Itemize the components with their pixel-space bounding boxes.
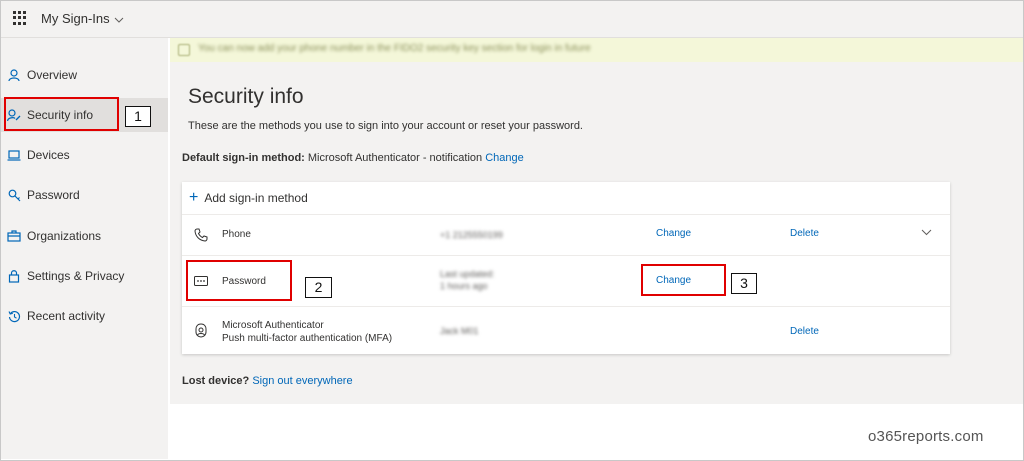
notification-banner: You can now add your phone number in the… [170, 38, 1023, 62]
sidebar-item-password[interactable]: Password [1, 178, 168, 212]
info-icon [178, 44, 190, 56]
page-description: These are the methods you use to sign in… [188, 120, 583, 132]
lock-icon [7, 269, 21, 283]
sign-out-everywhere-link[interactable]: Sign out everywhere [252, 375, 352, 387]
chevron-down-icon[interactable] [921, 228, 932, 239]
sidebar-item-label: Overview [27, 68, 78, 82]
sidebar-item-label: Password [27, 188, 80, 202]
method-row-password: Password Last updated: 1 hours ago Chang… [182, 256, 950, 307]
briefcase-icon [7, 229, 21, 243]
method-subtitle: Push multi-factor authentication (MFA) [222, 333, 393, 344]
phone-change-link[interactable]: Change [656, 228, 691, 239]
sidebar-item-label: Organizations [27, 229, 102, 243]
method-detail: Jack M01 [440, 326, 479, 336]
sidebar-item-label: Recent activity [27, 309, 106, 323]
page-title: Security info [188, 85, 304, 108]
phone-delete-link[interactable]: Delete [790, 228, 819, 239]
sidebar-item-recent-activity[interactable]: Recent activity [1, 299, 168, 333]
top-bar: My Sign-Ins [1, 1, 1023, 38]
annotation-1: 1 [125, 106, 151, 127]
person-icon [7, 68, 21, 82]
lost-device-line: Lost device? Sign out everywhere [182, 375, 353, 387]
sidebar-item-label: Devices [27, 148, 70, 162]
app-title: My Sign-Ins [41, 11, 110, 26]
methods-card: + Add sign-in method Phone +1 2125550199… [182, 182, 950, 354]
add-sign-in-method-button[interactable]: + Add sign-in method [182, 182, 950, 215]
watermark: o365reports.com [868, 428, 984, 445]
plus-icon: + [189, 189, 199, 206]
phone-icon [194, 228, 208, 242]
method-name: Microsoft Authenticator [222, 320, 324, 331]
sidebar-item-overview[interactable]: Overview [1, 58, 168, 92]
annotation-2: 2 [305, 277, 332, 298]
authenticator-icon [194, 323, 208, 338]
annotation-3: 3 [731, 273, 757, 294]
default-sign-in-method: Default sign-in method: Microsoft Authen… [182, 152, 524, 164]
default-method-value: Microsoft Authenticator - notification [307, 152, 483, 164]
sidebar-item-organizations[interactable]: Organizations [1, 219, 168, 253]
banner-text: You can now add your phone number in the… [198, 43, 591, 54]
method-detail-line2: 1 hours ago [440, 281, 488, 291]
chevron-down-icon [114, 14, 124, 26]
app-launcher-icon[interactable] [13, 11, 27, 25]
history-icon [7, 309, 21, 323]
lost-device-label: Lost device? [182, 375, 250, 387]
sidebar-item-label: Settings & Privacy [27, 269, 125, 283]
app-title-menu[interactable]: My Sign-Ins [41, 11, 124, 26]
method-detail: +1 2125550199 [440, 230, 503, 240]
key-icon [7, 188, 21, 202]
highlight-password-change [641, 264, 726, 296]
sidebar-item-settings-privacy[interactable]: Settings & Privacy [1, 259, 168, 293]
authenticator-delete-link[interactable]: Delete [790, 326, 819, 337]
sidebar-item-devices[interactable]: Devices [1, 138, 168, 172]
laptop-icon [7, 148, 21, 162]
method-detail-line1: Last updated: [440, 269, 495, 279]
method-name: Phone [222, 229, 251, 240]
method-row-phone: Phone +1 2125550199 Change Delete [182, 215, 950, 256]
default-method-label: Default sign-in method: [182, 152, 305, 164]
method-row-authenticator: Microsoft Authenticator Push multi-facto… [182, 307, 950, 354]
add-method-label: Add sign-in method [204, 191, 308, 205]
highlight-security-info [4, 97, 119, 131]
default-method-change-link[interactable]: Change [485, 152, 524, 164]
highlight-password-row [186, 260, 292, 301]
